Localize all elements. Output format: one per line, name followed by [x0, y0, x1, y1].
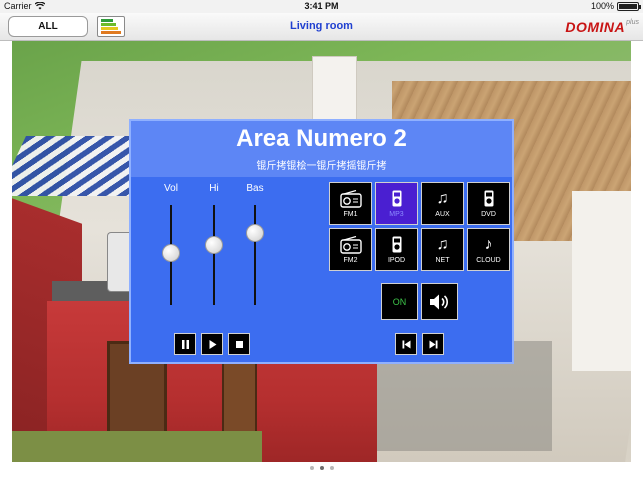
logo-word: DOMINA	[565, 19, 626, 35]
music-note-icon: ♫	[436, 236, 449, 253]
source-label: IPOD	[387, 257, 406, 264]
white-wall	[572, 191, 631, 371]
source-label: DVD	[481, 211, 496, 218]
battery-percent: 100%	[590, 1, 614, 11]
page-dot[interactable]	[319, 466, 324, 470]
page-title: Living room	[290, 20, 353, 32]
music-player-icon	[468, 190, 509, 212]
source-net-button[interactable]: ♫ NET	[421, 228, 464, 271]
slider-label-bas: Bas	[246, 183, 264, 194]
domina-logo: DOMINA plus	[565, 17, 639, 37]
audio-zone-panel: Area Numero 2 锟斤拷锟桧一锟斤拷摇锟斤拷 Vol Hi Bas F…	[129, 119, 514, 364]
slider-label-hi: Hi	[209, 183, 219, 194]
source-fm2-button[interactable]: FM2	[329, 228, 372, 271]
stop-icon	[235, 340, 243, 348]
mute-button[interactable]	[421, 283, 458, 320]
vol-slider-knob[interactable]	[162, 244, 180, 262]
bas-slider-track[interactable]	[254, 205, 256, 305]
music-player-icon	[376, 190, 417, 212]
stop-button[interactable]	[228, 333, 250, 355]
music-note-icon: ♫	[436, 190, 449, 207]
panel-header: Area Numero 2 锟斤拷锟桧一锟斤拷摇锟斤拷	[131, 121, 512, 177]
app-screen: Carrier 3:41 PM 100% ALL Living room DOM…	[0, 0, 643, 482]
battery-fill	[619, 3, 637, 9]
hi-slider-knob[interactable]	[205, 236, 223, 254]
status-right: 100%	[590, 1, 641, 11]
speaker-icon	[429, 294, 448, 309]
source-fm1-button[interactable]: FM1	[329, 182, 372, 225]
music-note-icon: ♪	[484, 236, 493, 253]
source-aux-button[interactable]: ♫ AUX	[421, 182, 464, 225]
skip-back-icon	[402, 340, 410, 348]
slider-label-vol: Vol	[164, 183, 178, 194]
pause-icon	[181, 339, 189, 349]
source-cloud-button[interactable]: ♪ CLOUD	[467, 228, 510, 271]
area-title: Area Numero 2	[236, 125, 407, 152]
source-label: FM2	[343, 257, 358, 264]
source-label: CLOUD	[476, 257, 501, 264]
status-bar: Carrier 3:41 PM 100%	[0, 0, 643, 13]
play-button[interactable]	[201, 333, 223, 355]
top-bar: ALL Living room DOMINA plus	[0, 13, 643, 41]
play-icon	[209, 339, 216, 349]
source-label: AUX	[435, 211, 450, 218]
area-subtitle: 锟斤拷锟桧一锟斤拷摇锟斤拷	[256, 161, 387, 172]
radio-icon	[330, 235, 371, 259]
room-widget-handle[interactable]	[107, 232, 129, 292]
source-dvd-button[interactable]: DVD	[467, 182, 510, 225]
previous-track-button[interactable]	[395, 333, 417, 355]
page-dot[interactable]	[329, 466, 334, 470]
battery-icon	[617, 1, 641, 11]
pause-button[interactable]	[174, 333, 196, 355]
music-player-icon	[376, 236, 417, 258]
skip-forward-icon	[429, 340, 437, 348]
bookshelf	[312, 56, 357, 126]
source-mp3-button[interactable]: MP3	[375, 182, 418, 225]
radio-icon	[330, 189, 371, 213]
source-label: NET	[435, 257, 450, 264]
page-dot[interactable]	[309, 466, 314, 470]
source-ipod-button[interactable]: IPOD	[375, 228, 418, 271]
logo-suffix: plus	[626, 18, 639, 26]
source-label: FM1	[343, 211, 358, 218]
status-time: 3:41 PM	[304, 1, 339, 11]
next-track-button[interactable]	[422, 333, 444, 355]
page-indicator[interactable]	[0, 466, 643, 470]
bas-slider-knob[interactable]	[246, 224, 264, 242]
source-label: MP3	[389, 211, 404, 218]
lawn-front	[12, 431, 262, 462]
hi-slider-track[interactable]	[213, 205, 215, 305]
power-on-button[interactable]: ON	[381, 283, 418, 320]
